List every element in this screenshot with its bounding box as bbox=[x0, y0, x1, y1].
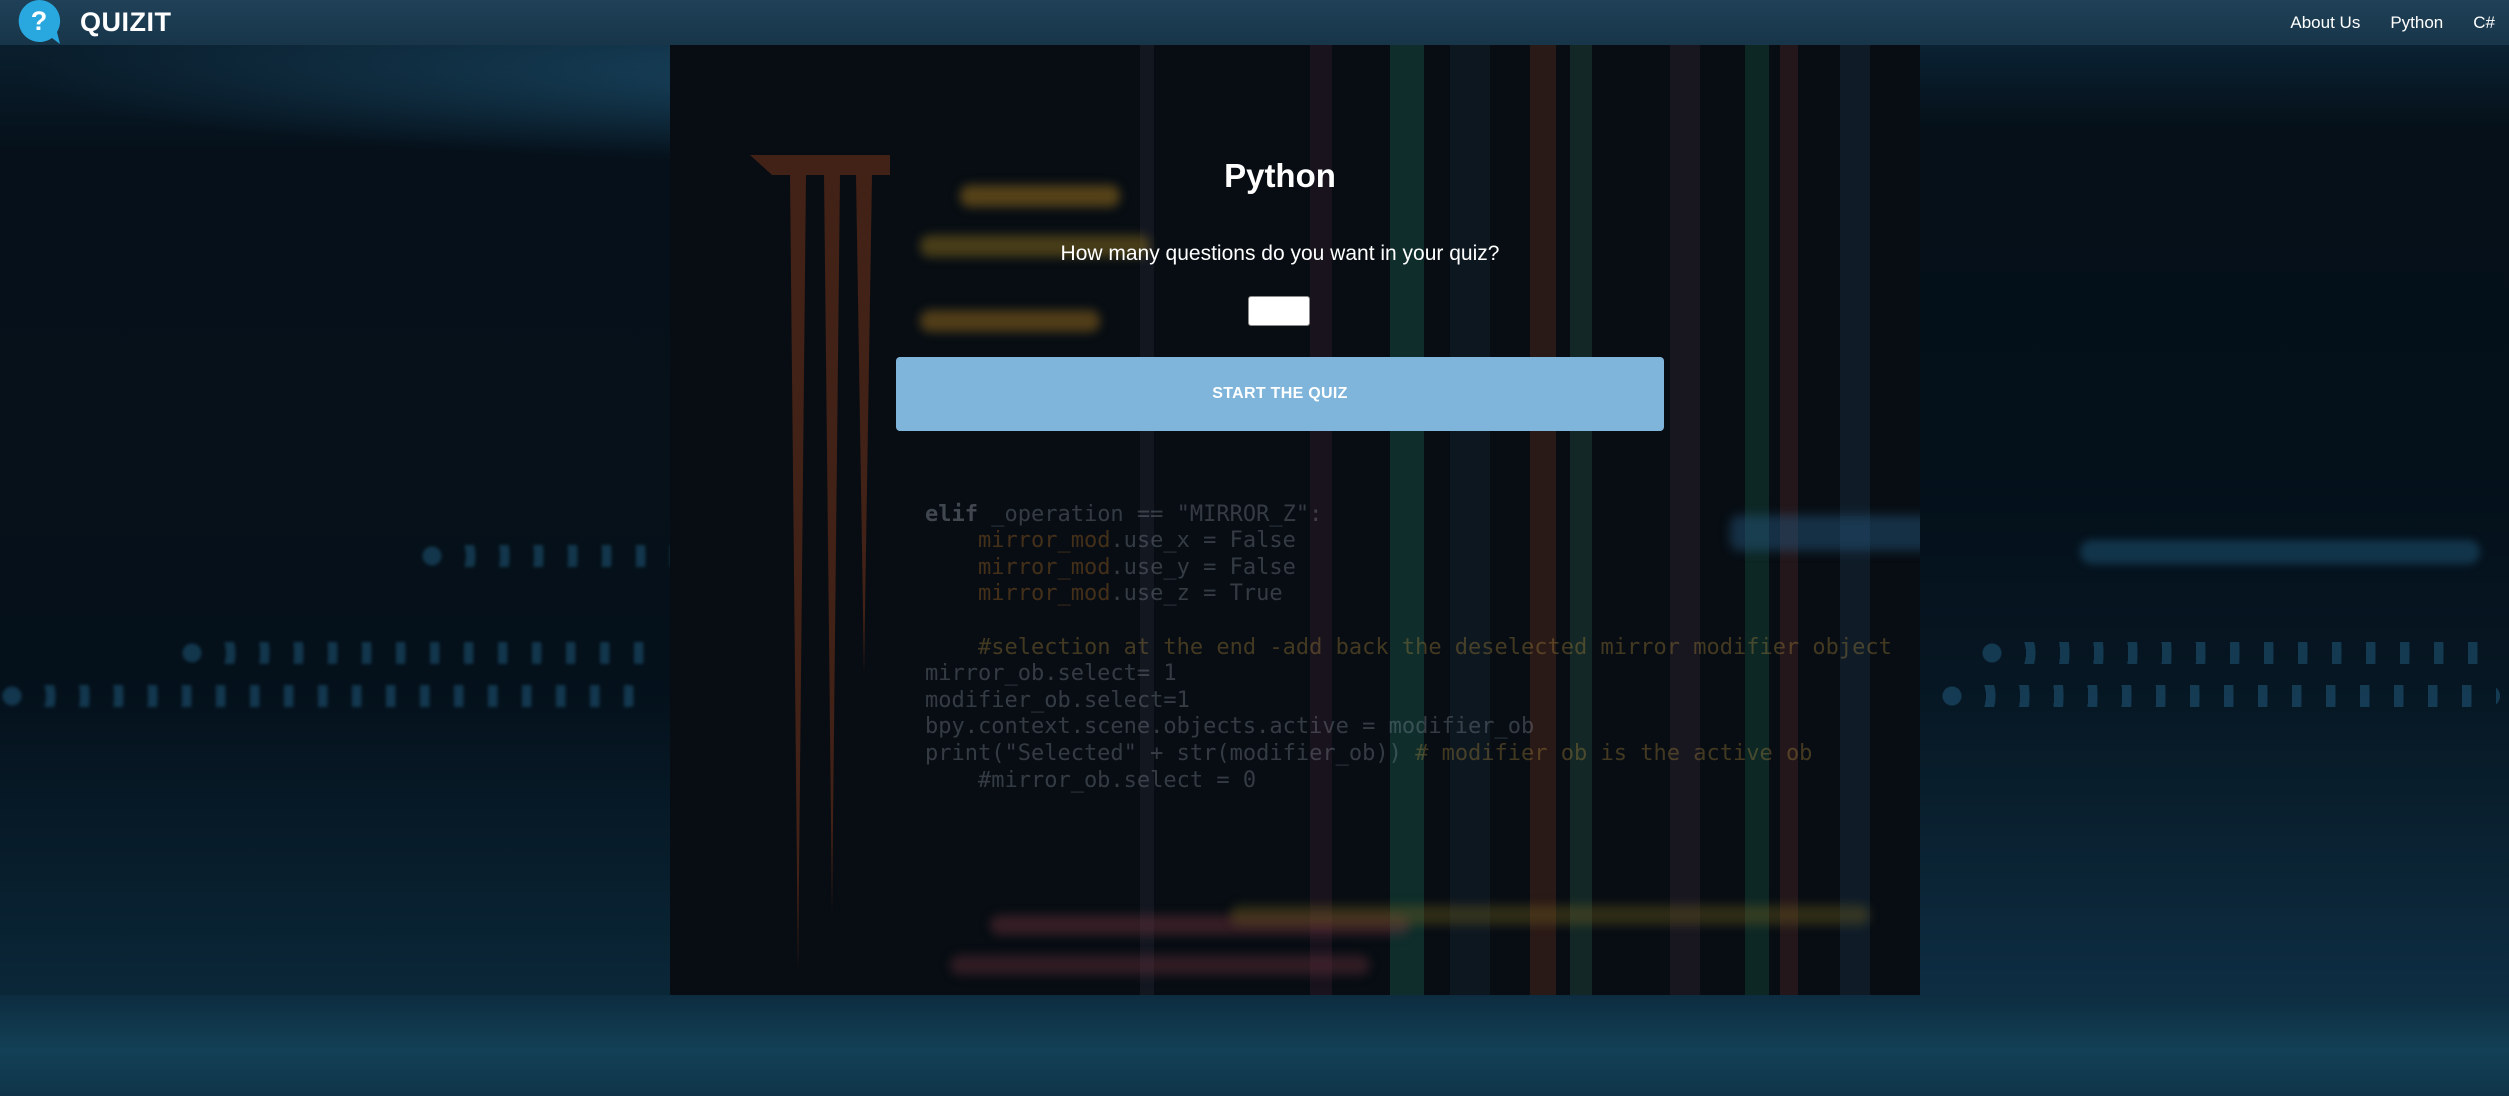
logo-glyph: ? bbox=[31, 6, 48, 36]
start-quiz-button[interactable]: START THE QUIZ bbox=[896, 357, 1664, 431]
question-bubble-icon: ? bbox=[18, 0, 61, 44]
quiz-setup: Python How many questions do you want in… bbox=[0, 45, 2509, 1096]
brand-name[interactable]: QUIZIT bbox=[80, 7, 172, 38]
top-navbar: ? QUIZIT About Us Python C# bbox=[0, 0, 2509, 45]
question-count-input[interactable] bbox=[1248, 296, 1310, 326]
nav-link-python[interactable]: Python bbox=[2390, 13, 2443, 33]
nav-link-csharp[interactable]: C# bbox=[2473, 13, 2495, 33]
nav-links: About Us Python C# bbox=[2260, 0, 2509, 45]
nav-link-about-us[interactable]: About Us bbox=[2290, 13, 2360, 33]
page-title: Python bbox=[1224, 157, 1336, 194]
question-count-label: How many questions do you want in your q… bbox=[1060, 242, 1500, 265]
home-logo-link[interactable]: ? QUIZIT bbox=[14, 0, 172, 45]
